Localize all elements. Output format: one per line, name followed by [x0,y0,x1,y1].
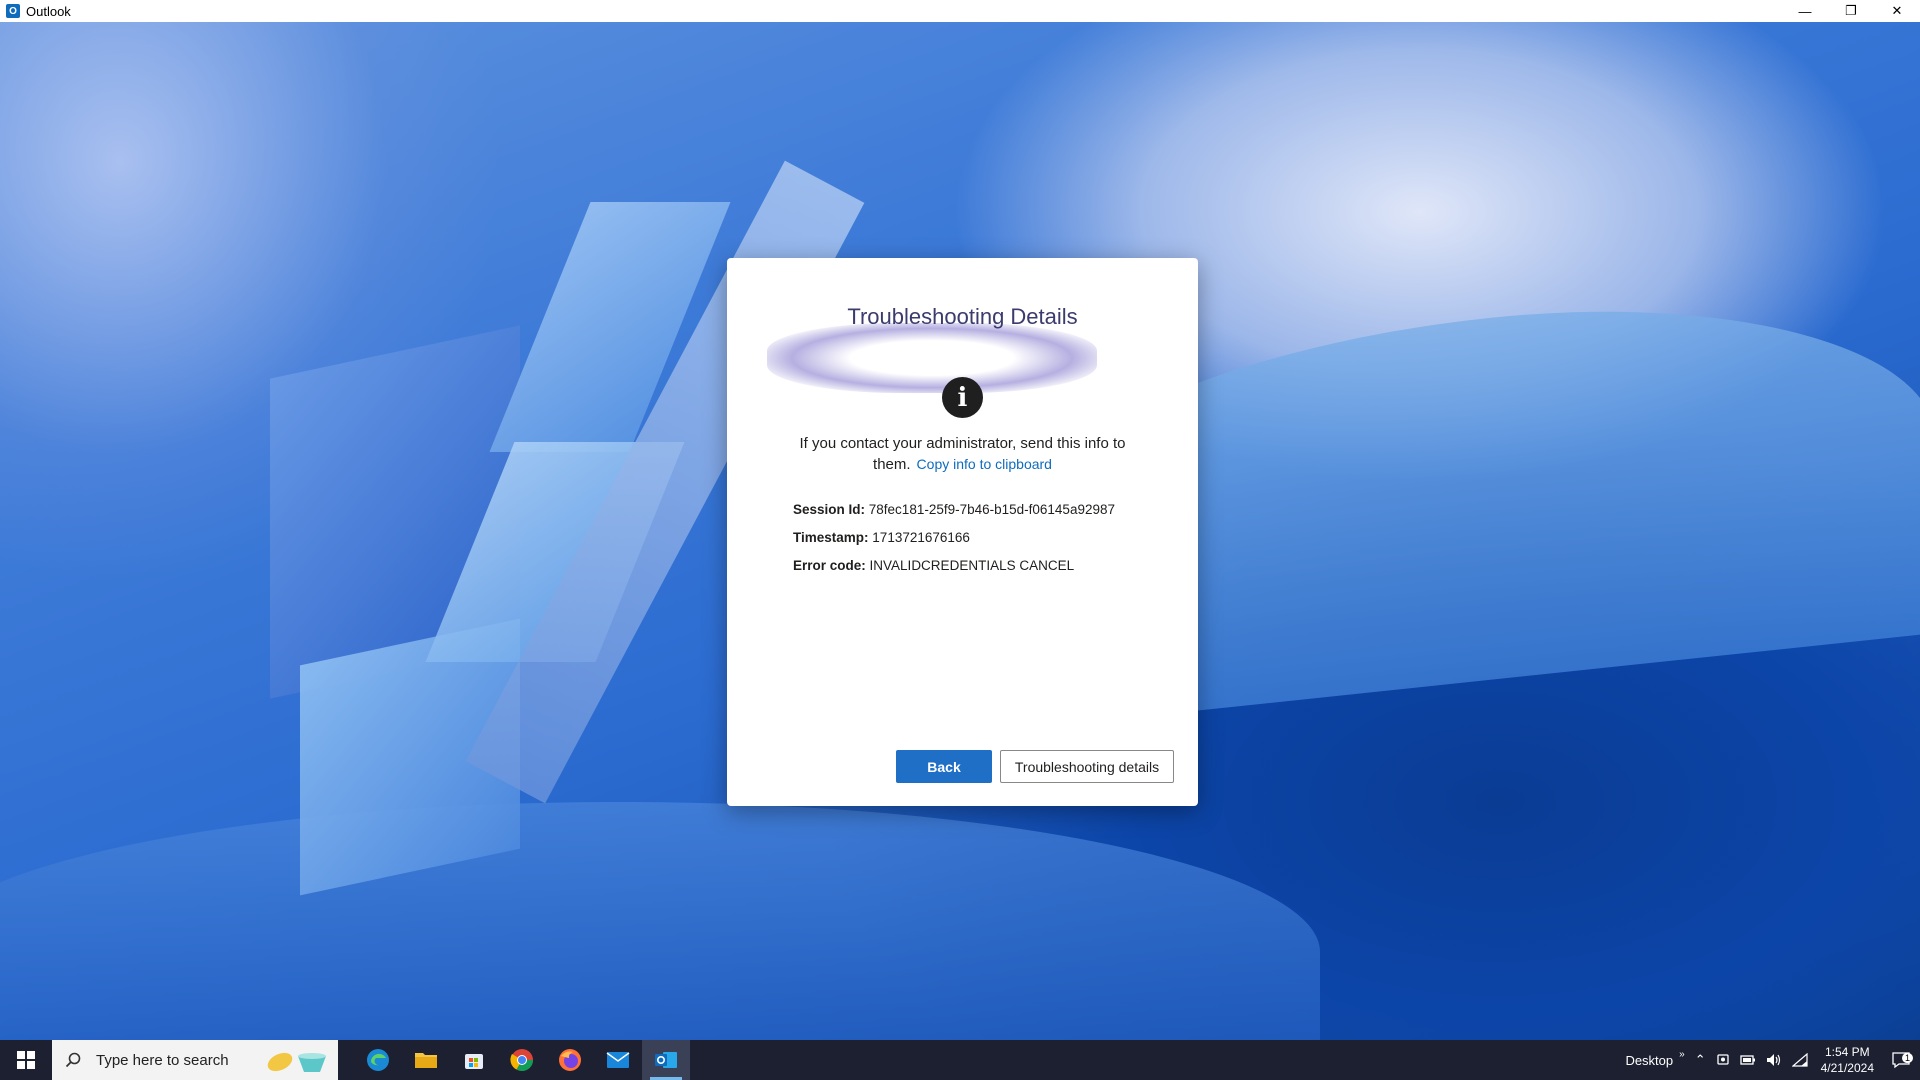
notification-count-badge: 1 [1901,1053,1913,1063]
show-hidden-icons-button[interactable]: ⌃ [1690,1052,1711,1068]
minimize-button[interactable]: — [1782,0,1828,22]
network-button[interactable] [1787,1053,1813,1067]
session-id-value: 78fec181-25f9-7b46-b15d-f06145a92987 [868,502,1115,517]
start-button[interactable] [0,1040,52,1080]
copy-info-link[interactable]: Copy info to clipboard [917,456,1052,472]
webcam-icon [1716,1054,1729,1065]
clock-time: 1:54 PM [1824,1045,1870,1059]
file-explorer-taskbar-button[interactable] [402,1040,450,1080]
system-tray: Desktop » ⌃ 1:54 PM 4/21/2024 1 [1620,1040,1920,1080]
volume-icon [1766,1054,1780,1066]
details-list: Session Id: 78fec181-25f9-7b46-b15d-f061… [793,496,1173,580]
toolbar-chevron-icon: » [1679,1048,1685,1060]
firefox-taskbar-button[interactable] [546,1040,594,1080]
edge-icon [367,1049,389,1071]
chevron-up-icon: ⌃ [1694,1052,1706,1067]
timestamp-value: 1713721676166 [872,530,970,545]
dialog-message: If you contact your administrator, send … [787,434,1138,475]
desktop-toolbar[interactable]: Desktop » [1620,1049,1689,1068]
wifi-icon [1791,1053,1808,1067]
store-icon [465,1054,483,1069]
volume-button[interactable] [1761,1053,1787,1067]
timestamp-row: Timestamp: 1713721676166 [793,524,1173,552]
desktop-label: Desktop [1625,1052,1674,1068]
clock-date: 4/21/2024 [1820,1061,1874,1075]
session-id-row: Session Id: 78fec181-25f9-7b46-b15d-f061… [793,496,1173,524]
taskbar-search-box[interactable]: Type here to search [52,1040,338,1080]
battery-icon [1739,1055,1755,1065]
session-id-label: Session Id: [793,502,866,517]
file-explorer-icon [415,1053,437,1068]
search-highlight-art-icon [267,1052,326,1072]
info-icon: i [942,377,983,418]
error-code-row: Error code: INVALIDCREDENTIALS CANCEL [793,552,1173,580]
search-icon [64,1051,82,1069]
window-title: Outlook [26,3,71,19]
chrome-icon [510,1049,533,1071]
notification-center-button[interactable]: 1 [1882,1051,1920,1069]
window-title-bar: O Outlook — ❐ ✕ [0,0,1920,22]
restore-button[interactable]: ❐ [1828,0,1874,22]
mail-icon [606,1052,630,1068]
wallpaper-wave [0,802,1320,1040]
battery-button[interactable] [1735,1054,1761,1066]
clock[interactable]: 1:54 PM 4/21/2024 [1813,1044,1882,1076]
meet-now-button[interactable] [1711,1053,1735,1067]
error-code-value: INVALIDCREDENTIALS CANCEL [869,558,1075,573]
store-taskbar-button[interactable] [450,1040,498,1080]
back-button[interactable]: Back [896,750,992,783]
firefox-icon [559,1049,581,1071]
outlook-app-icon: O [6,4,20,18]
troubleshooting-details-button[interactable]: Troubleshooting details [1000,750,1174,783]
error-code-label: Error code: [793,558,866,573]
redacted-smudge [767,323,1097,393]
taskbar: Type here to search Desktop » ⌃ 1:54 PM … [0,1040,1920,1080]
search-placeholder: Type here to search [96,1051,229,1069]
windows-logo-icon [17,1051,35,1069]
edge-taskbar-button[interactable] [354,1040,402,1080]
outlook-taskbar-button[interactable] [642,1040,690,1080]
outlook-icon [655,1052,677,1068]
window-controls: — ❐ ✕ [1782,0,1920,22]
close-button[interactable]: ✕ [1874,0,1920,22]
mail-taskbar-button[interactable] [594,1040,642,1080]
troubleshooting-dialog: Troubleshooting Details i If you contact… [727,258,1198,806]
timestamp-label: Timestamp: [793,530,869,545]
dialog-title: Troubleshooting Details [847,304,1078,329]
chrome-taskbar-button[interactable] [498,1040,546,1080]
